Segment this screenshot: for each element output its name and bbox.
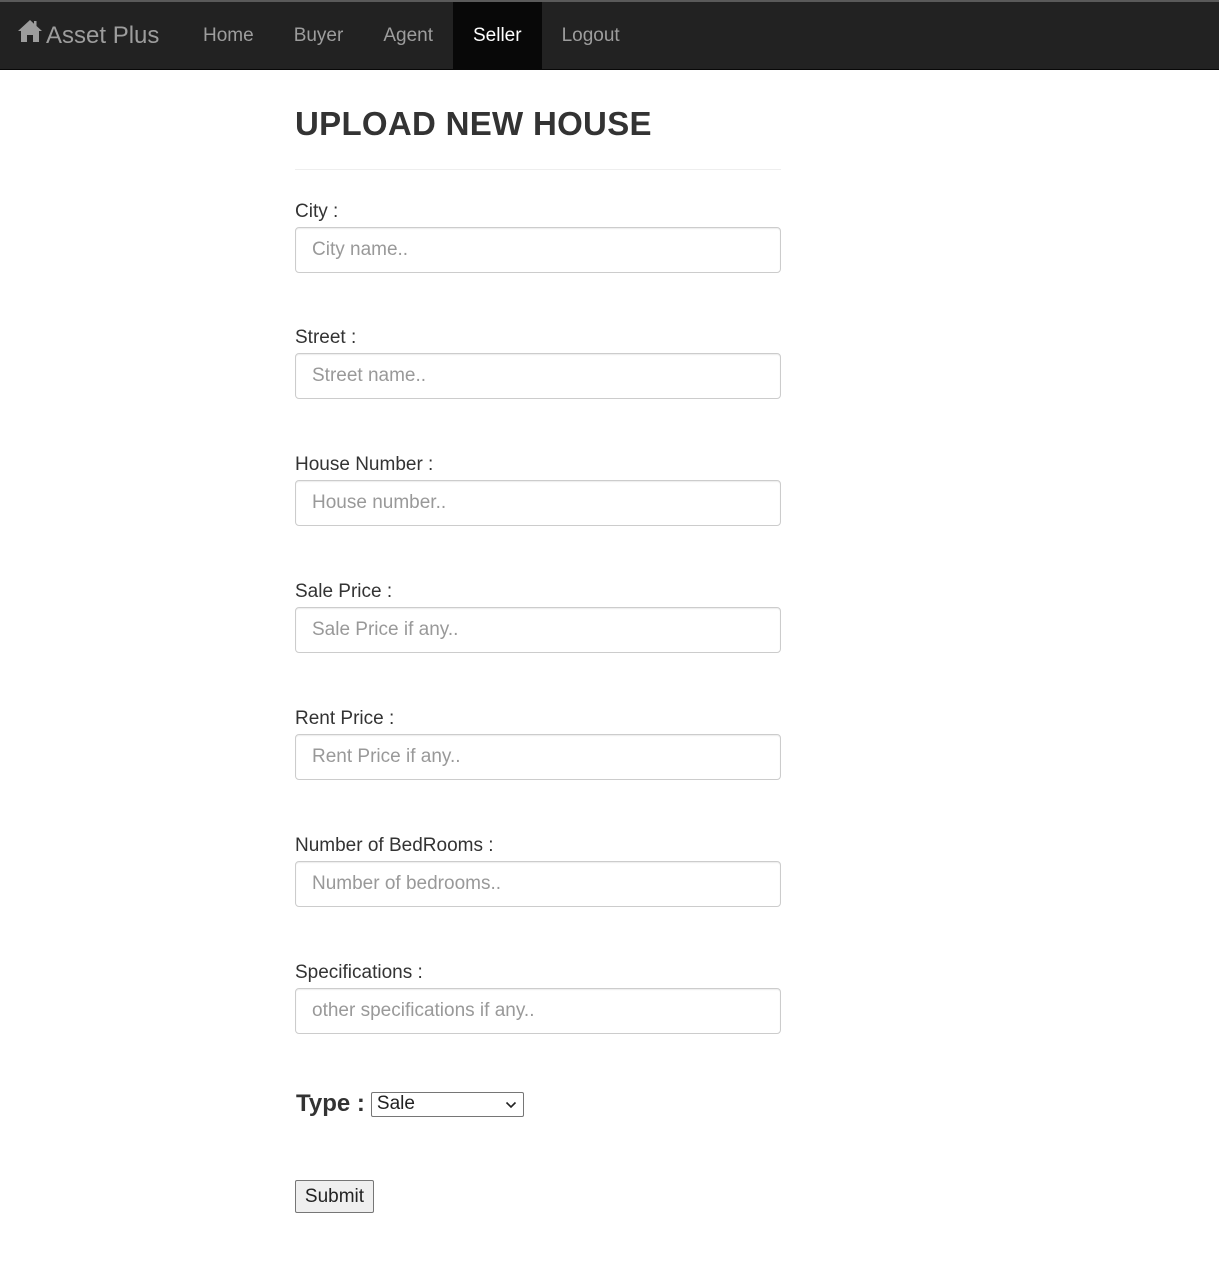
house-number-field-group: House Number : (295, 453, 781, 526)
specifications-input[interactable] (295, 988, 781, 1034)
street-field-group: Street : (295, 326, 781, 399)
city-label: City : (295, 201, 339, 222)
rent-price-field-group: Rent Price : (295, 707, 781, 780)
specifications-field-group: Specifications : (295, 961, 781, 1034)
page-title: UPLOAD NEW HOUSE (295, 105, 652, 142)
city-field-group: City : (295, 200, 781, 273)
house-number-input[interactable] (295, 480, 781, 526)
nav-item-home[interactable]: Home (183, 2, 274, 70)
navbar: Asset Plus Home Buyer Agent Seller Logou… (0, 0, 1219, 70)
bedrooms-input[interactable] (295, 861, 781, 907)
sale-price-input[interactable] (295, 607, 781, 653)
type-selected-value: Sale (376, 1093, 415, 1114)
house-number-label: House Number : (295, 454, 434, 475)
sale-price-field-group: Sale Price : (295, 580, 781, 653)
title-divider (295, 169, 781, 170)
nav-item-buyer[interactable]: Buyer (274, 2, 364, 70)
bedrooms-label: Number of BedRooms : (295, 835, 494, 856)
submit-button[interactable]: Submit (295, 1180, 374, 1213)
rent-price-label: Rent Price : (295, 708, 395, 729)
street-input[interactable] (295, 353, 781, 399)
chevron-down-icon (505, 1093, 517, 1115)
type-label: Type : (296, 1090, 365, 1117)
type-select[interactable]: Sale (370, 1091, 524, 1117)
home-icon (17, 20, 46, 50)
type-field-group: Type : Sale (296, 1090, 524, 1118)
brand-label: Asset Plus (46, 22, 160, 49)
city-input[interactable] (295, 227, 781, 273)
nav-item-agent[interactable]: Agent (363, 2, 453, 70)
specifications-label: Specifications : (295, 962, 423, 983)
bedrooms-field-group: Number of BedRooms : (295, 834, 781, 907)
rent-price-input[interactable] (295, 734, 781, 780)
nav-item-seller[interactable]: Seller (452, 2, 542, 70)
sale-price-label: Sale Price : (295, 581, 393, 602)
nav-item-logout[interactable]: Logout (542, 2, 640, 70)
street-label: Street : (295, 327, 357, 348)
brand-link[interactable]: Asset Plus (17, 2, 159, 70)
nav-menu: Home Buyer Agent Seller Logout (183, 2, 640, 70)
